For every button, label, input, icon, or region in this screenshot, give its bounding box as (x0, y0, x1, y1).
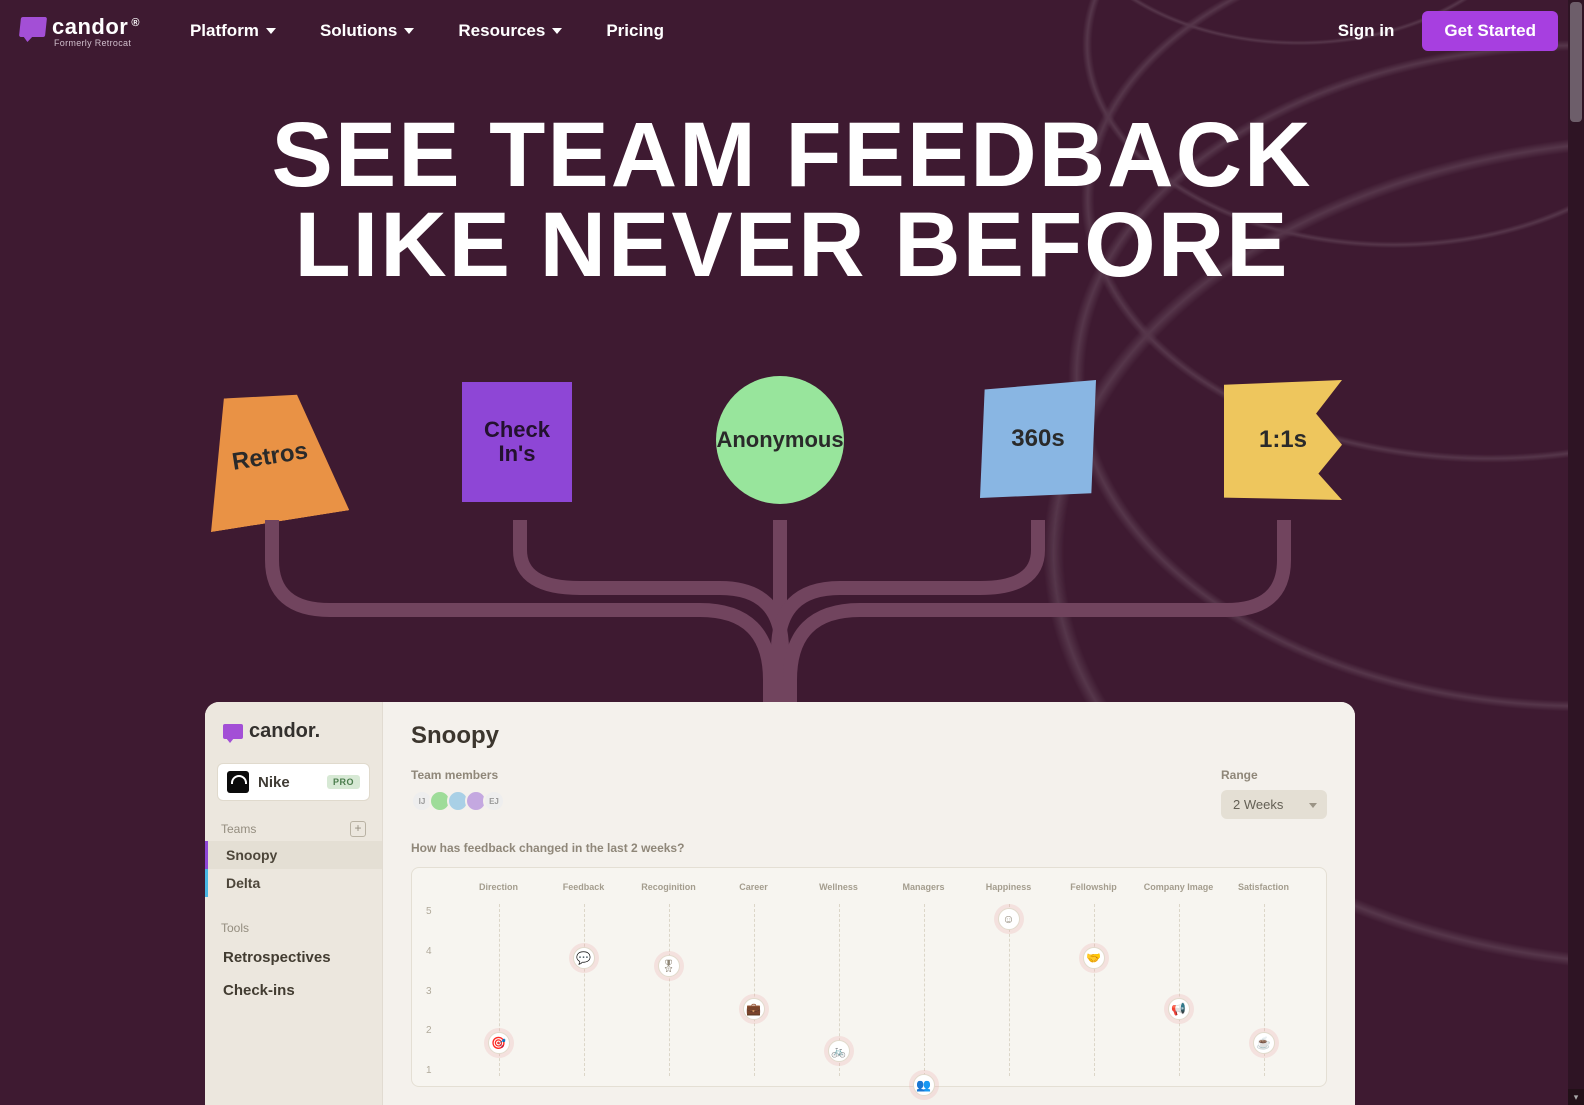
scrollbar-thumb[interactable] (1570, 2, 1582, 122)
hero-line-2: LIKE NEVER BEFORE (0, 200, 1584, 290)
axis-line (1179, 904, 1180, 1076)
nav-resources[interactable]: Resources (458, 21, 562, 41)
nav-pricing[interactable]: Pricing (606, 21, 664, 41)
axis-line (924, 904, 925, 1076)
team-item-delta[interactable]: Delta (205, 869, 382, 897)
chart-col: Satisfaction ☕ (1221, 882, 1306, 1076)
category-label: Happiness (966, 882, 1051, 892)
team-title: Snoopy (411, 722, 1327, 750)
category-label: Recoginition (626, 882, 711, 892)
category-label: Career (711, 882, 796, 892)
chevron-down-icon (404, 28, 414, 34)
chart-col: Company Image 📢 (1136, 882, 1221, 1076)
team-item-snoopy[interactable]: Snoopy (205, 841, 382, 869)
nike-logo-icon (227, 771, 249, 793)
app-logo[interactable]: candor. (205, 702, 382, 753)
range-select[interactable]: 2 Weeks (1221, 790, 1327, 819)
pro-badge: PRO (327, 775, 360, 789)
shape-1on1: 1:1s (1224, 380, 1342, 500)
top-nav: candor® Formerly Retrocat Platform Solut… (0, 0, 1584, 62)
avatar: EJ (483, 790, 505, 812)
data-point: 👥 (913, 1074, 935, 1096)
chart-col: Happiness ☺ (966, 882, 1051, 1076)
data-point: 📢 (1168, 998, 1190, 1020)
get-started-button[interactable]: Get Started (1422, 11, 1558, 51)
chart-col: Direction 🎯 (456, 882, 541, 1076)
nav-solutions[interactable]: Solutions (320, 21, 414, 41)
tool-checkins[interactable]: Check-ins (205, 976, 382, 1009)
data-point: 🎖 (658, 955, 680, 977)
category-label: Feedback (541, 882, 626, 892)
category-label: Wellness (796, 882, 881, 892)
brand-name: candor® (52, 14, 140, 40)
chart-col: Career 💼 (711, 882, 796, 1076)
y-axis-labels: 54 32 1 (426, 906, 432, 1076)
chart-col: Managers👥 (881, 882, 966, 1076)
category-label: Fellowship (1051, 882, 1136, 892)
avatar-stack[interactable]: IJ EJ (411, 790, 501, 812)
data-point: 🎯 (488, 1032, 510, 1054)
category-label: Satisfaction (1221, 882, 1306, 892)
chevron-down-icon (552, 28, 562, 34)
nav-platform[interactable]: Platform (190, 21, 276, 41)
chat-bubble-icon (223, 724, 243, 739)
data-point: 💼 (743, 998, 765, 1020)
chart-col: Recoginition 🎖 (626, 882, 711, 1076)
axis-line (754, 904, 755, 1076)
members-block: Team members IJ EJ (411, 768, 501, 812)
hero-headline: SEE TEAM FEEDBACK LIKE NEVER BEFORE (0, 110, 1584, 290)
feature-shapes: Retros Check In's Anonymous 360s 1:1s (0, 380, 1584, 540)
chevron-down-icon (266, 28, 276, 34)
app-screenshot: candor. Nike PRO Teams + Snoopy Delta To… (205, 702, 1355, 1105)
data-point: ☺ (998, 908, 1020, 930)
range-block: Range 2 Weeks (1221, 768, 1327, 819)
brand-subtitle: Formerly Retrocat (54, 38, 131, 48)
sidebar-header-teams: Teams + (205, 811, 382, 841)
axis-line (669, 904, 670, 1076)
app-logo-text: candor. (249, 720, 320, 743)
scrollbar[interactable]: ▾ (1568, 0, 1584, 1105)
shape-anonymous: Anonymous (716, 376, 844, 504)
chart-col: Fellowship 🤝 (1051, 882, 1136, 1076)
range-label: Range (1221, 768, 1327, 782)
org-selector[interactable]: Nike PRO (217, 763, 370, 801)
shape-checkins: Check In's (462, 382, 572, 502)
category-label: Managers (881, 882, 966, 892)
chart-col: Feedback 💬 (541, 882, 626, 1076)
scroll-down-icon[interactable]: ▾ (1568, 1089, 1584, 1105)
chart-col: Wellness 🚲 (796, 882, 881, 1076)
data-point: 🚲 (828, 1040, 850, 1062)
members-label: Team members (411, 768, 501, 782)
data-point: 🤝 (1083, 947, 1105, 969)
hero-line-1: SEE TEAM FEEDBACK (272, 104, 1313, 206)
sidebar-header-tools: Tools (205, 911, 382, 939)
chart-question: How has feedback changed in the last 2 w… (411, 841, 1327, 855)
feedback-chart: 54 32 1 Direction 🎯 Feedback 💬 Recoginition 🎖… (411, 867, 1327, 1087)
org-name: Nike (258, 774, 318, 791)
tool-retrospectives[interactable]: Retrospectives (205, 939, 382, 976)
signin-link[interactable]: Sign in (1338, 21, 1395, 41)
data-point: ☕ (1253, 1032, 1275, 1054)
shape-retros: Retros (191, 382, 350, 532)
shape-360s: 360s (980, 380, 1096, 498)
app-sidebar: candor. Nike PRO Teams + Snoopy Delta To… (205, 702, 383, 1105)
app-main: Snoopy Team members IJ EJ Range 2 Weeks … (383, 702, 1355, 1105)
nav-links: Platform Solutions Resources Pricing (190, 21, 664, 41)
brand-block[interactable]: candor® Formerly Retrocat (20, 14, 140, 48)
axis-line (1094, 904, 1095, 1076)
category-label: Direction (456, 882, 541, 892)
add-team-button[interactable]: + (350, 821, 366, 837)
axis-line (584, 904, 585, 1076)
data-point: 💬 (573, 947, 595, 969)
category-label: Company Image (1136, 882, 1221, 892)
chat-bubble-icon (19, 17, 47, 37)
